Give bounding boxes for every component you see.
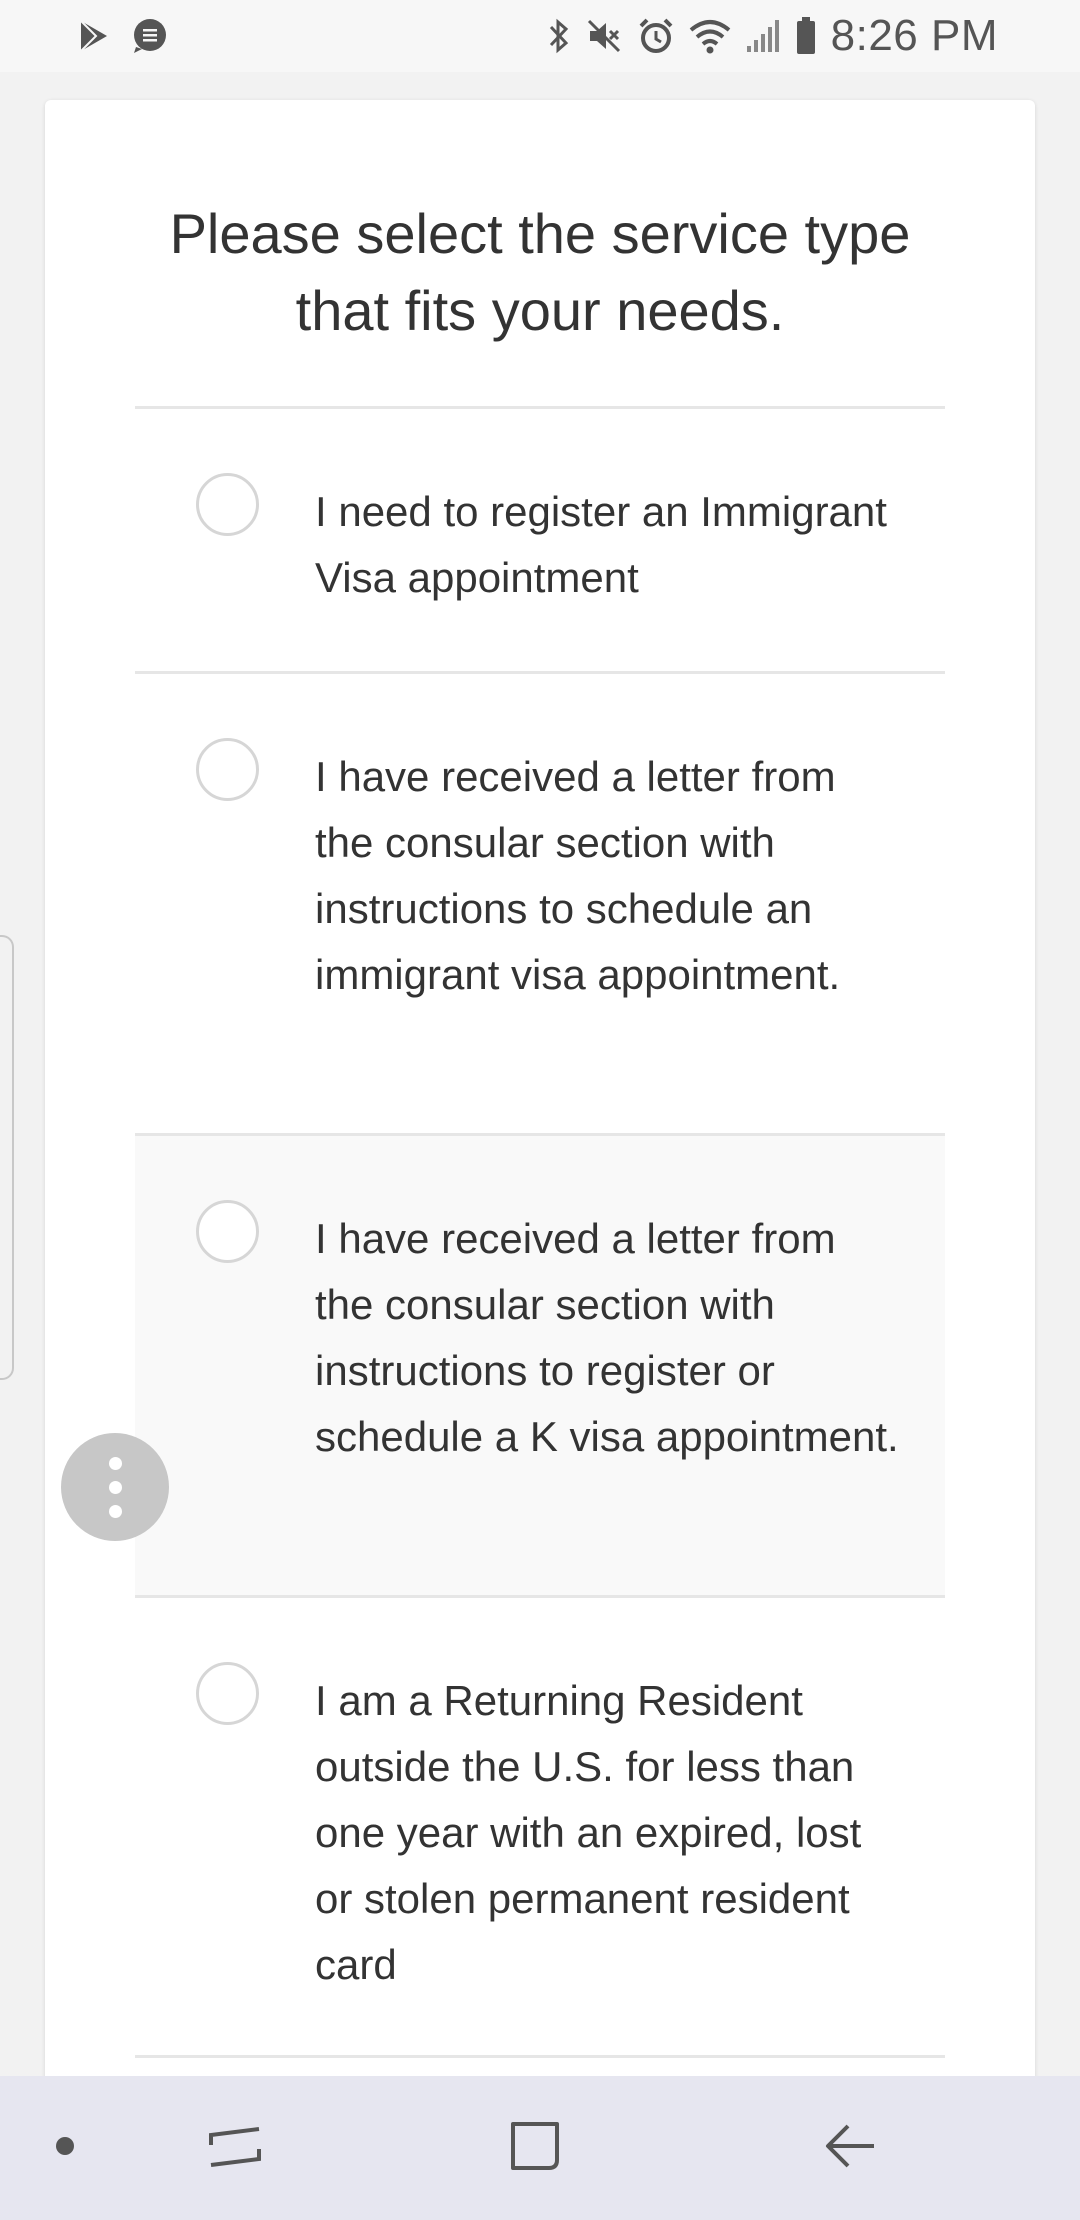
radio-button[interactable] bbox=[196, 738, 259, 801]
home-icon bbox=[507, 2118, 563, 2179]
status-left-icons bbox=[76, 16, 168, 56]
page-title: Please select the service type that fits… bbox=[169, 202, 911, 342]
recents-icon bbox=[207, 2121, 263, 2176]
floating-more-button[interactable] bbox=[61, 1433, 169, 1541]
home-button[interactable] bbox=[490, 2076, 580, 2220]
status-time: 8:26 PM bbox=[830, 11, 998, 60]
navigation-bar bbox=[0, 2076, 1080, 2220]
option-label: I am a Returning Resident outside the U.… bbox=[315, 1677, 862, 1988]
radio-button[interactable] bbox=[196, 1662, 259, 1725]
more-vertical-icon bbox=[108, 1456, 122, 1470]
option-label: I have received a letter from the consul… bbox=[315, 753, 841, 998]
bluetooth-icon bbox=[547, 17, 571, 55]
status-bar: 8:26 PM bbox=[0, 0, 1080, 72]
wifi-icon bbox=[689, 18, 731, 54]
message-icon bbox=[130, 17, 168, 55]
more-vertical-icon-dot bbox=[108, 1480, 122, 1494]
option-label: I have received a letter from the consul… bbox=[315, 1215, 899, 1460]
recents-button[interactable] bbox=[190, 2076, 280, 2220]
service-option-3[interactable]: I have received a letter from the consul… bbox=[135, 1133, 945, 1595]
alarm-icon bbox=[637, 17, 675, 55]
more-vertical-icon-dot bbox=[108, 1504, 122, 1518]
battery-icon bbox=[795, 16, 817, 56]
back-button[interactable] bbox=[800, 2076, 900, 2220]
dot-icon bbox=[55, 2136, 75, 2161]
service-option-1[interactable]: I need to register an Immigrant Visa app… bbox=[135, 406, 945, 671]
radio-button[interactable] bbox=[196, 1200, 259, 1263]
service-options-list: I need to register an Immigrant Visa app… bbox=[135, 406, 945, 2058]
back-icon bbox=[822, 2120, 878, 2177]
signal-icon bbox=[745, 18, 781, 54]
service-selection-card: Please select the service type that fits… bbox=[45, 100, 1035, 2220]
mute-icon bbox=[585, 17, 623, 55]
edge-panel-handle[interactable] bbox=[0, 935, 14, 1380]
nav-dot-button[interactable] bbox=[30, 2076, 100, 2220]
status-right-icons: 8:26 PM bbox=[547, 10, 998, 62]
play-store-icon bbox=[76, 18, 112, 54]
radio-button[interactable] bbox=[196, 473, 259, 536]
service-option-2[interactable]: I have received a letter from the consul… bbox=[135, 671, 945, 1133]
service-option-4[interactable]: I am a Returning Resident outside the U.… bbox=[135, 1595, 945, 2058]
